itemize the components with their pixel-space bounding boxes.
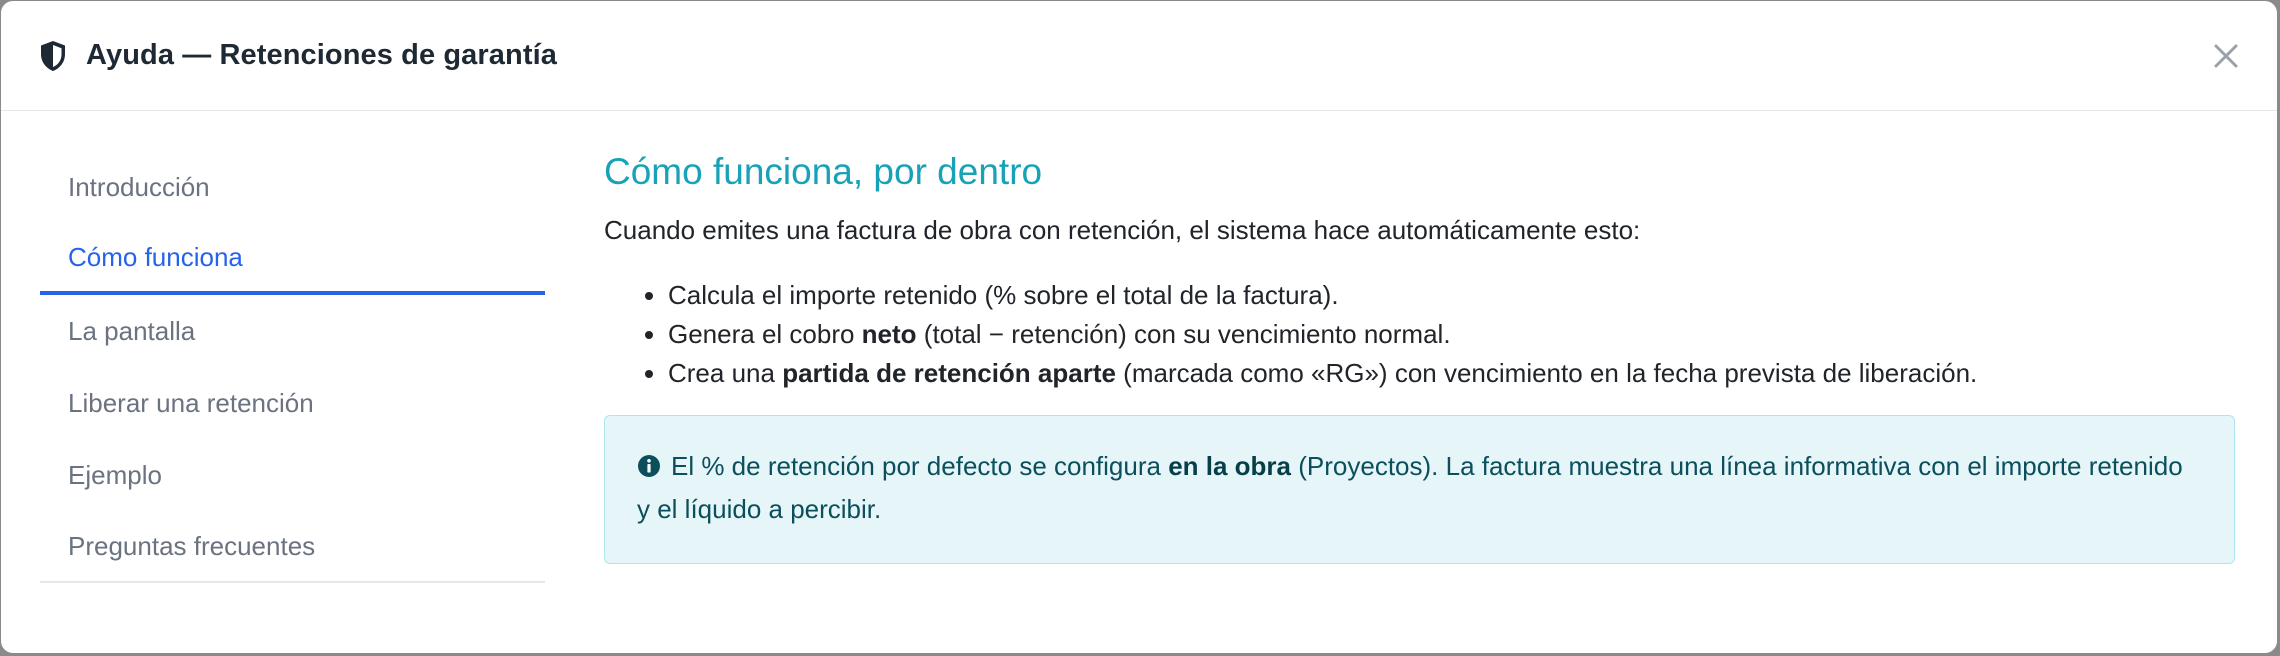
nav-item-label: Liberar una retención [68,387,314,418]
list-item: Crea una partida de retención aparte (ma… [668,354,2237,393]
help-content: Cómo funciona, por dentro Cuando emites … [604,111,2237,583]
shield-icon [38,40,68,72]
info-callout: El % de retención por defecto se configu… [604,415,2235,564]
close-icon [2214,44,2238,68]
nav-item-label: Ejemplo [68,459,162,490]
nav-item-label: Preguntas frecuentes [68,530,316,561]
section-title: Cómo funciona, por dentro [604,151,1043,192]
nav-item-liberar-retencion[interactable]: Liberar una retención [40,367,545,439]
help-nav: Introducción Cómo funciona La pantalla L… [40,151,545,583]
close-button[interactable] [2209,39,2243,73]
intro-text: Cuando emites una factura de obra con re… [604,215,1641,245]
list-item: Calcula el importe retenido (% sobre el … [668,276,2237,315]
nav-item-ejemplo[interactable]: Ejemplo [40,439,545,511]
info-circle-icon [637,449,661,489]
steps-list: Calcula el importe retenido (% sobre el … [604,276,2237,393]
nav-item-la-pantalla[interactable]: La pantalla [40,295,545,367]
nav-item-preguntas-frecuentes[interactable]: Preguntas frecuentes [40,511,545,583]
nav-item-label: Introducción [68,171,210,202]
dialog-title: Ayuda — Retenciones de garantía [86,39,557,71]
nav-item-label: La pantalla [68,315,196,346]
dialog-header: Ayuda — Retenciones de garantía [1,1,2277,111]
nav-item-introduccion[interactable]: Introducción [40,151,545,223]
help-dialog: Ayuda — Retenciones de garantía Introduc… [1,1,2277,653]
nav-item-como-funciona[interactable]: Cómo funciona [40,223,545,295]
dialog-body: Introducción Cómo funciona La pantalla L… [1,111,2277,583]
list-item: Genera el cobro neto (total − retención)… [668,315,2237,354]
nav-item-label: Cómo funciona [68,241,243,272]
